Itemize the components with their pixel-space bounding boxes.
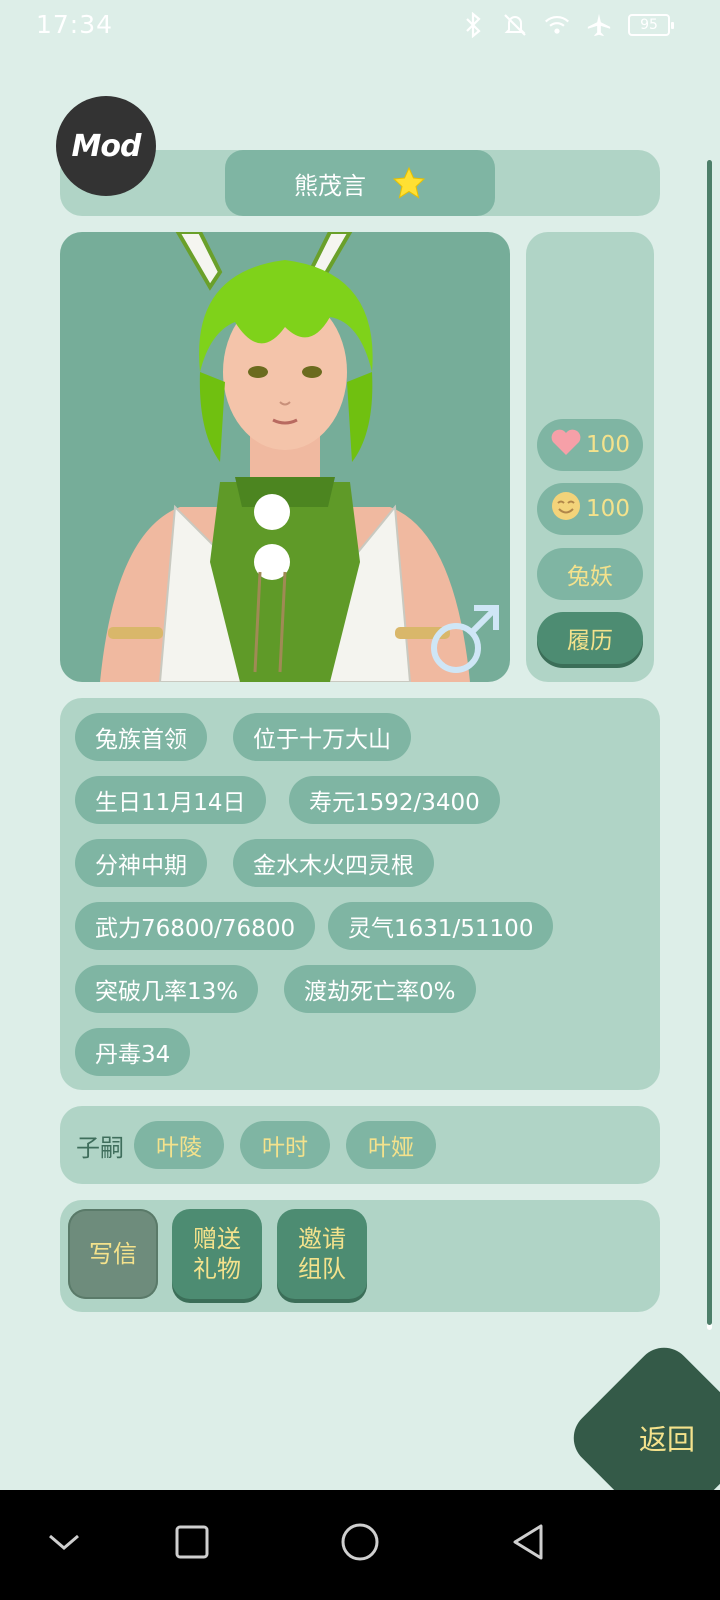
system-nav-bar bbox=[0, 1490, 720, 1600]
recent-apps-icon[interactable] bbox=[168, 1518, 216, 1566]
info-tag: 灵气1631/51100 bbox=[328, 902, 554, 950]
mod-badge[interactable]: Mod bbox=[56, 96, 156, 196]
info-tag: 分神中期 bbox=[75, 839, 207, 887]
child-button[interactable]: 叶陵 bbox=[134, 1121, 224, 1169]
heart-icon bbox=[550, 427, 582, 463]
mood-stat: 100 bbox=[537, 483, 643, 535]
back-triangle-icon[interactable] bbox=[504, 1518, 552, 1566]
character-name-pill: 熊茂言 bbox=[225, 150, 495, 216]
resume-button[interactable]: 履历 bbox=[537, 612, 643, 664]
race-tag: 兔妖 bbox=[537, 548, 643, 600]
wifi-icon bbox=[544, 12, 570, 38]
male-icon bbox=[428, 600, 504, 676]
send-gift-button[interactable]: 赠送 礼物 bbox=[172, 1209, 262, 1299]
child-button[interactable]: 叶时 bbox=[240, 1121, 330, 1169]
scrollbar-thumb[interactable] bbox=[707, 160, 712, 1325]
mute-icon bbox=[502, 12, 528, 38]
character-name: 熊茂言 bbox=[294, 171, 366, 200]
write-letter-button[interactable]: 写信 bbox=[68, 1209, 158, 1299]
mood-value: 100 bbox=[586, 496, 630, 522]
chevron-down-icon[interactable] bbox=[40, 1518, 88, 1566]
invite-team-button[interactable]: 邀请 组队 bbox=[277, 1209, 367, 1299]
health-value: 100 bbox=[586, 432, 630, 458]
info-tag: 寿元1592/3400 bbox=[289, 776, 500, 824]
status-time: 17:34 bbox=[36, 10, 114, 39]
info-tag: 突破几率13% bbox=[75, 965, 259, 1013]
status-bar: 17:34 95 bbox=[0, 0, 720, 52]
children-label: 子嗣 bbox=[76, 1134, 124, 1162]
info-tag: 武力76800/76800 bbox=[75, 902, 316, 950]
info-tag: 兔族首领 bbox=[75, 713, 207, 761]
smile-face-icon bbox=[550, 490, 582, 528]
info-tag: 金水木火四灵根 bbox=[233, 839, 434, 887]
airplane-icon bbox=[586, 12, 612, 38]
health-stat: 100 bbox=[537, 419, 643, 471]
info-tag: 渡劫死亡率0% bbox=[284, 965, 476, 1013]
star-icon[interactable] bbox=[392, 166, 426, 200]
bluetooth-icon bbox=[460, 12, 486, 38]
info-tag: 生日11月14日 bbox=[75, 776, 266, 824]
info-tag: 丹毒34 bbox=[75, 1028, 191, 1076]
info-tag: 位于十万大山 bbox=[233, 713, 411, 761]
child-button[interactable]: 叶娅 bbox=[346, 1121, 436, 1169]
home-icon[interactable] bbox=[336, 1518, 384, 1566]
back-button-label[interactable]: 返回 bbox=[622, 1418, 712, 1458]
battery-icon: 95 bbox=[628, 14, 674, 36]
